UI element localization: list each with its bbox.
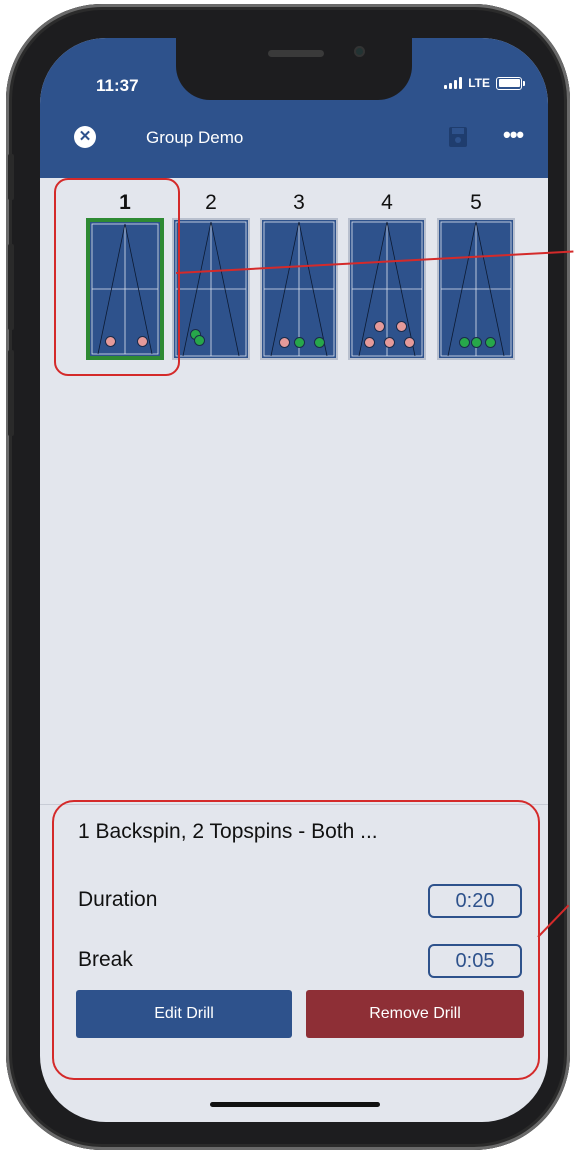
ball-green [471,337,482,348]
speaker [268,50,324,57]
ball-pink [384,337,395,348]
ball-green [314,337,325,348]
ball-green [294,337,305,348]
status-icons: LTE [444,76,525,90]
network-label: LTE [468,76,490,90]
court-thumbnail[interactable] [348,218,426,360]
court-lines [175,221,247,357]
status-time: 11:37 [96,76,139,95]
more-icon[interactable]: ••• [503,124,524,146]
home-indicator[interactable] [210,1102,380,1107]
drill-item[interactable]: 4 [347,190,427,360]
annotation-detail-highlight [52,800,540,1080]
ball-pink [137,336,148,347]
ball-pink [364,337,375,348]
ball-green [459,337,470,348]
court-thumbnail[interactable] [86,218,164,360]
save-icon[interactable] [448,126,468,148]
ball-pink [374,321,385,332]
close-icon[interactable]: ✕ [74,126,96,148]
drill-number: 3 [293,191,305,214]
ball-green [194,335,205,346]
camera [354,46,365,57]
mute-switch [8,154,14,200]
page-title: Group Demo [146,128,244,147]
ball-pink [279,337,290,348]
court-thumbnail[interactable] [172,218,250,360]
drill-item[interactable]: 3 [259,190,339,360]
volume-up-button [8,244,14,330]
drill-item[interactable]: 5 [436,190,516,360]
ball-pink [404,337,415,348]
ball-pink [396,321,407,332]
drill-number: 1 [119,191,131,214]
court-thumbnail[interactable] [260,218,338,360]
volume-down-button [8,350,14,436]
drill-number: 5 [470,191,482,214]
drill-number: 2 [205,191,217,214]
signal-icon [444,77,463,89]
court-thumbnail[interactable] [437,218,515,360]
drill-item[interactable]: 1 [85,190,165,360]
ball-pink [105,336,116,347]
drill-number: 4 [381,191,393,214]
notch [176,38,412,100]
court-lines [91,223,159,355]
drill-item[interactable]: 2 [171,190,251,360]
ball-green [485,337,496,348]
battery-icon [496,76,525,90]
